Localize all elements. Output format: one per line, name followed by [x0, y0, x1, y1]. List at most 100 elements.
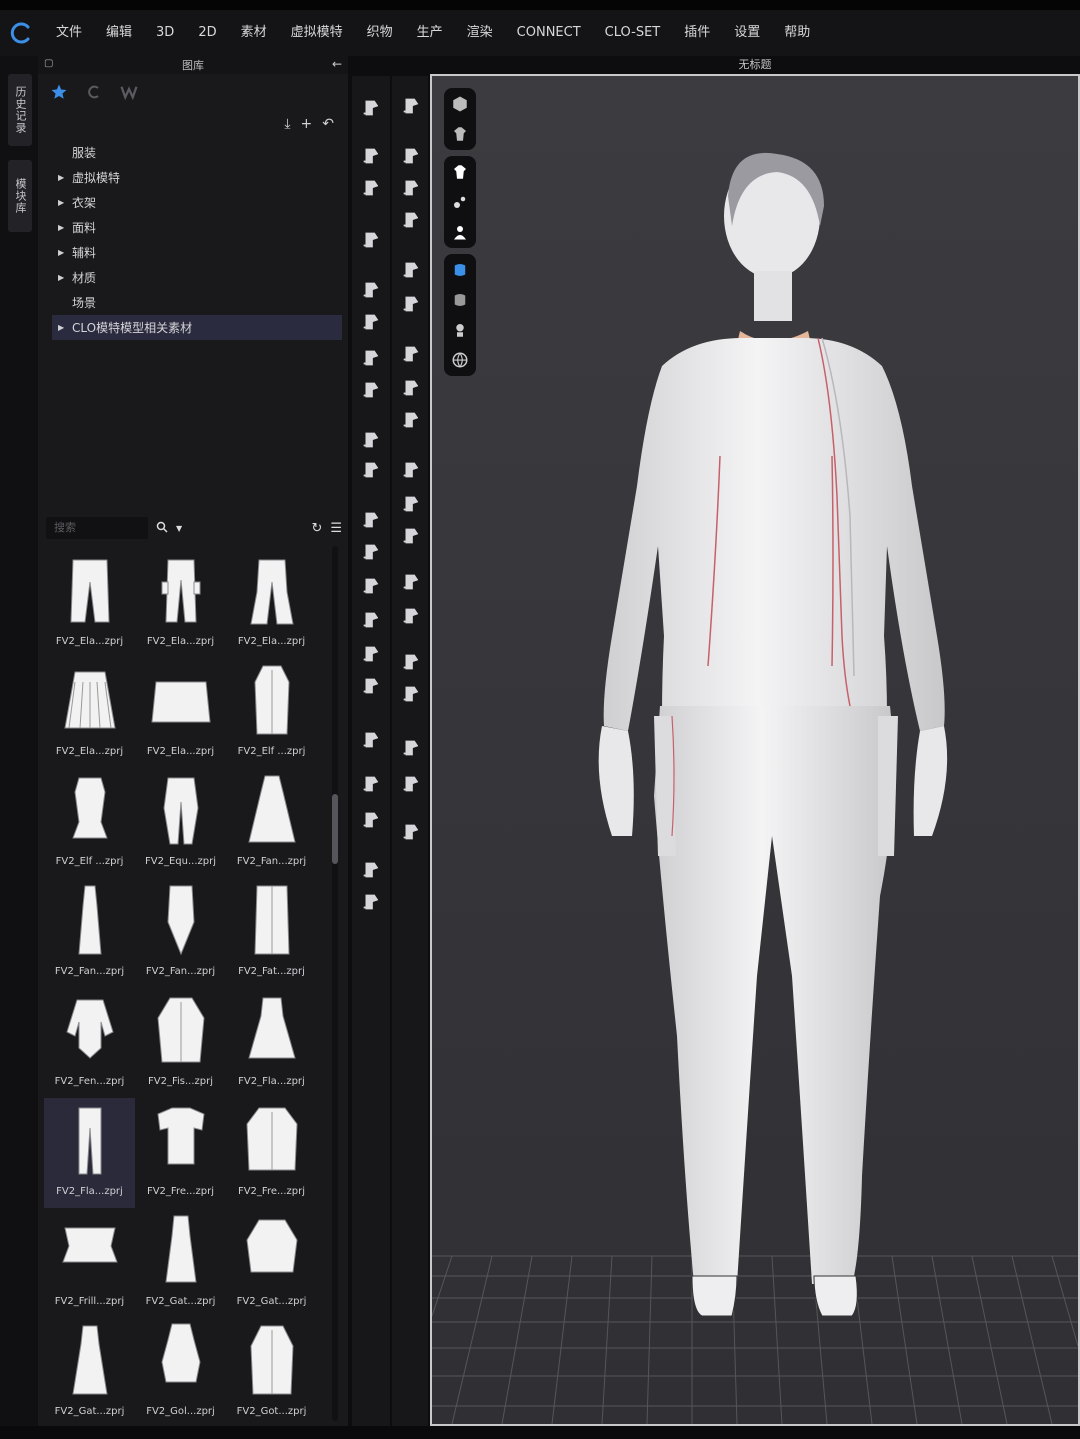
- paint-tool-icon[interactable]: [356, 806, 386, 834]
- shirt-tool-icon[interactable]: [356, 572, 386, 600]
- tree-item[interactable]: 服装: [52, 140, 342, 165]
- file-tile[interactable]: FV2_Gat...zprj: [44, 1318, 135, 1428]
- expand-triangle-icon[interactable]: ▶: [58, 198, 72, 207]
- expand-triangle-icon[interactable]: ▶: [58, 248, 72, 257]
- trim-tool-icon[interactable]: [396, 602, 426, 630]
- segment-sew-icon[interactable]: [396, 206, 426, 234]
- pin-tool-icon[interactable]: [356, 344, 386, 372]
- file-tile[interactable]: FV2_Fla...zprj: [44, 1098, 135, 1208]
- hanger-tool-icon[interactable]: [356, 538, 386, 566]
- file-tile[interactable]: FV2_Ela...zprj: [135, 548, 226, 658]
- cube-view-icon[interactable]: [448, 92, 472, 116]
- menu-item-3[interactable]: 2D: [186, 10, 228, 56]
- tree-item[interactable]: ▶ 面料: [52, 215, 342, 240]
- menu-item-7[interactable]: 生产: [405, 10, 455, 56]
- file-tile[interactable]: FV2_Ela...zprj: [44, 548, 135, 658]
- menu-item-0[interactable]: 文件: [44, 10, 94, 56]
- file-tile[interactable]: FV2_Equ...zprj: [135, 768, 226, 878]
- snapshot-icon[interactable]: [396, 734, 426, 762]
- garment-view-icon[interactable]: [448, 122, 472, 146]
- tree-item[interactable]: ▶ 衣架: [52, 190, 342, 215]
- menu-item-11[interactable]: 插件: [672, 10, 722, 56]
- check-sew-icon[interactable]: [396, 290, 426, 318]
- select-mesh-icon[interactable]: [356, 174, 386, 202]
- scrollbar-thumb[interactable]: [332, 794, 338, 864]
- graphic-tool-icon[interactable]: [396, 568, 426, 596]
- file-tile[interactable]: FV2_Fen...zprj: [44, 988, 135, 1098]
- file-tile[interactable]: FV2_Ela...zprj: [135, 658, 226, 768]
- clo-source-icon[interactable]: [86, 84, 102, 104]
- search-icon[interactable]: [156, 521, 168, 536]
- file-tile[interactable]: FV2_Frill...zprj: [44, 1208, 135, 1318]
- uv-tool-icon[interactable]: [396, 680, 426, 708]
- pin-icon[interactable]: ▢: [44, 58, 53, 69]
- menu-item-10[interactable]: CLO-SET: [593, 10, 673, 56]
- list-view-icon[interactable]: ☰: [330, 521, 342, 536]
- menu-item-9[interactable]: CONNECT: [505, 10, 593, 56]
- menu-item-13[interactable]: 帮助: [772, 10, 822, 56]
- menu-item-6[interactable]: 织物: [355, 10, 405, 56]
- record-icon[interactable]: [396, 770, 426, 798]
- texture-render-icon[interactable]: [448, 288, 472, 312]
- refresh-icon[interactable]: ↻: [311, 521, 322, 536]
- collapse-arrow-icon[interactable]: ←: [332, 57, 342, 71]
- topstitch-icon[interactable]: [396, 522, 426, 550]
- move-garment-icon[interactable]: [356, 226, 386, 254]
- search-input[interactable]: 搜索: [46, 517, 148, 539]
- 3d-viewport[interactable]: [430, 74, 1080, 1426]
- line-tool-icon[interactable]: [356, 426, 386, 454]
- garment-fit-icon[interactable]: [396, 374, 426, 402]
- environment-globe-icon[interactable]: [448, 348, 472, 372]
- file-tile[interactable]: FV2_Gat...zprj: [135, 1208, 226, 1318]
- search-dropdown-icon[interactable]: ▼: [176, 524, 182, 533]
- button-tool-icon[interactable]: [356, 606, 386, 634]
- file-tile[interactable]: FV2_Gol...zprj: [135, 1318, 226, 1428]
- fit-map-icon[interactable]: [356, 856, 386, 884]
- menu-item-4[interactable]: 素材: [229, 10, 279, 56]
- file-tile[interactable]: FV2_Fat...zprj: [226, 878, 317, 988]
- menu-item-2[interactable]: 3D: [144, 10, 186, 56]
- file-tile[interactable]: FV2_Fre...zprj: [226, 1098, 317, 1208]
- menu-item-5[interactable]: 虚拟模特: [279, 10, 355, 56]
- measure-tool-icon[interactable]: [356, 456, 386, 484]
- expand-triangle-icon[interactable]: ▶: [58, 223, 72, 232]
- tree-item[interactable]: 场景: [52, 290, 342, 315]
- transform-tool-icon[interactable]: [356, 142, 386, 170]
- menu-item-8[interactable]: 渲染: [455, 10, 505, 56]
- pin-move-icon[interactable]: [396, 818, 426, 846]
- show-garment-icon[interactable]: [448, 160, 472, 184]
- clo-logo-icon[interactable]: [0, 10, 44, 56]
- show-avatar-icon[interactable]: [448, 220, 472, 244]
- arrange-tool-icon[interactable]: [356, 308, 386, 336]
- file-tile[interactable]: FV2_Fre...zprj: [135, 1098, 226, 1208]
- file-tile[interactable]: FV2_Gat...zprj: [226, 1208, 317, 1318]
- brush-tool-icon[interactable]: [356, 770, 386, 798]
- tab-history[interactable]: 历史记录: [8, 74, 32, 146]
- tree-item[interactable]: ▶ 辅料: [52, 240, 342, 265]
- partner-source-icon[interactable]: [120, 84, 138, 104]
- show-accessory-icon[interactable]: [448, 190, 472, 214]
- zipper-tool-icon[interactable]: [356, 640, 386, 668]
- file-tile[interactable]: FV2_Ela...zprj: [44, 658, 135, 768]
- file-tile[interactable]: FV2_Fan...zprj: [135, 878, 226, 988]
- texture-tool-icon[interactable]: [396, 648, 426, 676]
- tree-item[interactable]: ▶ 材质: [52, 265, 342, 290]
- trace-tool-icon[interactable]: [396, 142, 426, 170]
- menu-item-1[interactable]: 编辑: [94, 10, 144, 56]
- buttonhole-icon[interactable]: [396, 490, 426, 518]
- fabric-render-icon[interactable]: [448, 258, 472, 282]
- sew-tool-icon[interactable]: [396, 174, 426, 202]
- file-tile[interactable]: FV2_Fan...zprj: [44, 878, 135, 988]
- undo-icon[interactable]: ↶: [322, 116, 334, 132]
- avatar-render-icon[interactable]: [448, 318, 472, 342]
- file-tile[interactable]: FV2_Elf ...zprj: [44, 768, 135, 878]
- menu-item-12[interactable]: 设置: [722, 10, 772, 56]
- tree-item[interactable]: ▶ CLO模特模型相关素材: [52, 315, 342, 340]
- walk-pose-icon[interactable]: [396, 92, 426, 120]
- garment-check-icon[interactable]: [396, 406, 426, 434]
- file-tile[interactable]: FV2_Ela...zprj: [226, 548, 317, 658]
- tack-tool-icon[interactable]: [356, 376, 386, 404]
- fold-tool-icon[interactable]: [356, 276, 386, 304]
- file-grid-scrollbar[interactable]: [332, 546, 338, 1421]
- avatar-tool-icon[interactable]: [356, 672, 386, 700]
